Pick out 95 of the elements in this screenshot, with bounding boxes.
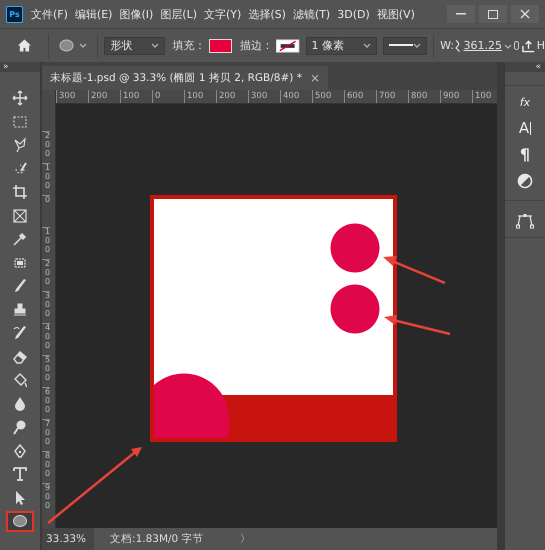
move-icon xyxy=(12,90,28,106)
menu-item[interactable]: 图层(L) xyxy=(160,4,198,24)
stroke-swatch[interactable] xyxy=(276,38,300,52)
close-icon xyxy=(520,9,530,19)
character-button[interactable]: A xyxy=(518,120,532,137)
menu-item[interactable]: 选择(S) xyxy=(248,4,286,24)
ruler-label: 700 xyxy=(376,90,408,103)
zoom-level[interactable]: 33.33% xyxy=(42,528,94,550)
menu-item[interactable]: 编辑(E) xyxy=(74,4,112,24)
solid-line-icon xyxy=(389,44,414,47)
marquee-icon xyxy=(12,114,28,130)
menu-item[interactable]: 3D(D) xyxy=(337,6,370,22)
ruler-label: 100 xyxy=(184,90,216,103)
panel-toggle[interactable]: « xyxy=(505,62,545,72)
path-icon[interactable] xyxy=(515,212,535,228)
type-icon xyxy=(12,466,28,482)
upload-icon xyxy=(522,38,535,52)
arrow xyxy=(384,315,450,336)
caret-icon xyxy=(150,43,159,48)
paint-bucket-icon xyxy=(12,372,28,388)
link-icon[interactable] xyxy=(514,41,519,50)
ruler-label: 400 xyxy=(42,323,50,355)
fx-button[interactable]: fx xyxy=(520,94,530,111)
menu-item[interactable]: 视图(V) xyxy=(376,4,415,24)
half-circle-icon[interactable] xyxy=(517,172,533,188)
width-value[interactable]: 361.25 xyxy=(464,39,502,52)
history-brush-icon xyxy=(12,325,28,342)
mode-dropdown[interactable]: 形状 xyxy=(104,36,165,54)
ruler-label: 200 xyxy=(42,259,50,291)
stamp-icon xyxy=(12,302,28,318)
close-button[interactable] xyxy=(511,5,539,23)
document-info: 文档:1.83M/0 字节 xyxy=(110,532,205,546)
menu-item[interactable]: 滤镜(T) xyxy=(292,4,330,24)
ellipse-icon xyxy=(12,513,28,530)
tool-button[interactable] xyxy=(6,511,34,532)
stroke-width-dropdown[interactable]: 1 像素 xyxy=(306,36,378,54)
minimize-button[interactable] xyxy=(447,5,475,23)
ruler-label: 900 xyxy=(440,90,472,103)
ruler-label: 100 xyxy=(120,90,152,103)
ruler-label: 700 xyxy=(42,419,50,451)
ruler-label: 800 xyxy=(42,451,50,483)
crop-icon xyxy=(12,184,28,200)
ruler-label: 900 xyxy=(42,483,50,515)
ruler-label: 800 xyxy=(408,90,440,103)
panel-toggle[interactable]: » xyxy=(0,62,40,72)
line-style-dropdown[interactable] xyxy=(383,36,428,54)
drop-icon xyxy=(12,396,28,412)
scrub-icon xyxy=(454,38,462,52)
ruler-label: 500 xyxy=(42,355,50,387)
arrow xyxy=(383,256,446,284)
ruler-label: 0 xyxy=(152,90,184,103)
ruler-label: 0 xyxy=(42,195,50,227)
fill-swatch[interactable] xyxy=(208,38,232,52)
brush-icon xyxy=(12,278,28,294)
caret-icon xyxy=(79,43,88,48)
ruler-label: 600 xyxy=(42,387,50,419)
maximize-button[interactable] xyxy=(479,5,507,23)
lasso-icon xyxy=(12,137,28,154)
fill-label: 填充： xyxy=(172,38,206,53)
dodge-icon xyxy=(12,419,28,436)
caret-icon xyxy=(413,43,422,48)
caret-icon xyxy=(363,43,372,48)
stroke-label: 描边： xyxy=(240,38,274,53)
maximize-icon xyxy=(488,10,498,18)
frame-icon xyxy=(12,208,28,224)
ruler-label: 400 xyxy=(280,90,312,103)
ruler-label: 200 xyxy=(42,131,50,163)
menu-item[interactable]: 文件(F) xyxy=(31,4,68,24)
status-menu-arrow[interactable]: 〉 xyxy=(240,532,252,546)
height-label: H xyxy=(536,39,545,52)
home-icon[interactable] xyxy=(17,38,32,53)
circle-shape xyxy=(330,284,380,334)
minimize-icon xyxy=(456,13,466,15)
menu-item[interactable]: 文字(Y) xyxy=(204,4,242,24)
ruler-label: 100 xyxy=(42,227,50,259)
eraser-icon xyxy=(12,348,28,365)
ruler-label: 300 xyxy=(56,90,88,103)
eyedropper-icon xyxy=(12,231,28,248)
menu-item[interactable]: 图像(I) xyxy=(119,4,154,24)
ruler-label: 300 xyxy=(248,90,280,103)
pen-icon xyxy=(12,442,28,459)
ruler-label: 200 xyxy=(216,90,248,103)
circle-shape xyxy=(330,224,380,272)
ruler-label: 200 xyxy=(88,90,120,103)
paragraph-button[interactable]: ¶ xyxy=(520,146,530,163)
document-tab[interactable]: 未标题-1.psd @ 33.3% (椭圆 1 拷贝 2, RGB/8#) * × xyxy=(42,66,328,90)
ruler-label: 600 xyxy=(344,90,376,103)
app-logo[interactable]: Ps xyxy=(6,6,23,22)
ruler-label: 500 xyxy=(312,90,344,103)
ellipse-icon xyxy=(59,39,74,52)
ruler-label: 100 xyxy=(42,163,50,195)
tab-close[interactable]: × xyxy=(310,71,320,85)
width-label: W: xyxy=(440,39,454,52)
caret-icon xyxy=(504,44,512,49)
ruler-label: 300 xyxy=(42,291,50,323)
